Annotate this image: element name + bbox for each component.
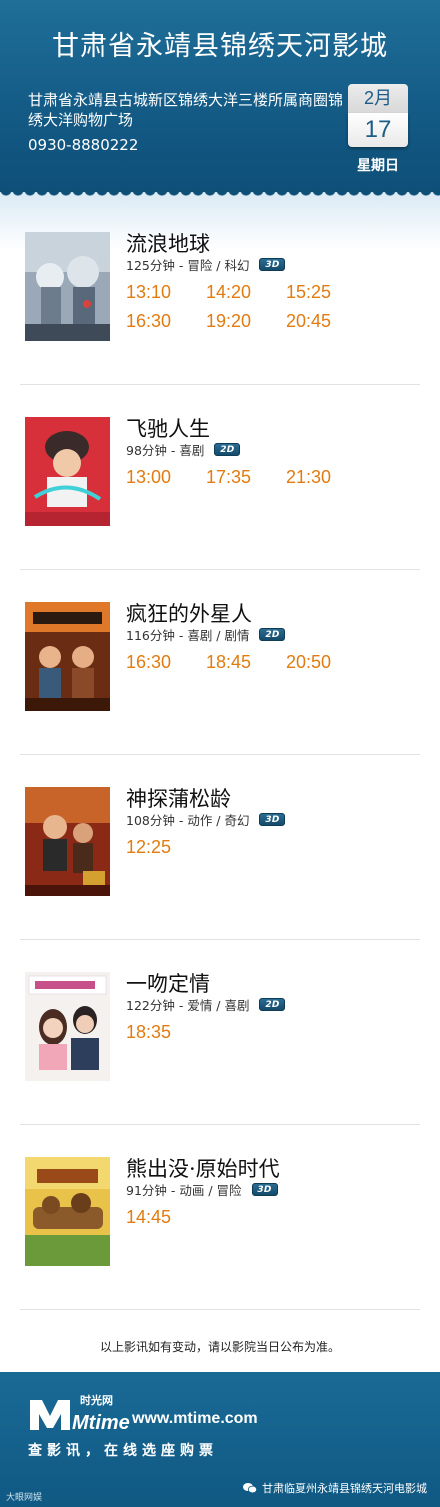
format-badge-icon: 2D (214, 443, 241, 456)
movie-info: 122分钟 - 爱情 / 喜剧 (126, 998, 250, 1013)
movie-title[interactable]: 疯狂的外星人 (126, 598, 252, 628)
movie-poster[interactable] (25, 232, 110, 341)
showtime-list: 13:00 17:35 21:30 (126, 467, 426, 488)
showtime-list: 13:10 14:20 15:25 16:30 19:20 20:45 (126, 282, 426, 332)
cinema-address: 甘肃省永靖县古城新区锦绣大洋三楼所属商圈锦绣大洋购物广场 (28, 91, 344, 129)
site-url[interactable]: www.mtime.com (132, 1410, 258, 1428)
movie-title[interactable]: 流浪地球 (126, 228, 210, 258)
movie-title[interactable]: 飞驰人生 (126, 413, 210, 443)
movie-title[interactable]: 熊出没·原始时代 (126, 1153, 280, 1183)
movie-title[interactable]: 一吻定情 (126, 968, 210, 998)
movie-meta: 91分钟 - 动画 / 冒险 3D (126, 1180, 278, 1199)
movie-info: 98分钟 - 喜剧 (126, 443, 205, 458)
wechat-icon (243, 1483, 257, 1494)
movie-meta: 122分钟 - 爱情 / 喜剧 2D (126, 995, 286, 1014)
movie-poster[interactable] (25, 1157, 110, 1266)
showtime[interactable]: 12:25 (126, 837, 206, 858)
movie-poster[interactable] (25, 972, 110, 1081)
movie-meta: 98分钟 - 喜剧 2D (126, 440, 241, 459)
showtime[interactable]: 16:30 (126, 311, 206, 332)
divider (20, 1309, 420, 1310)
showtime[interactable]: 13:10 (126, 282, 206, 303)
movie-item[interactable]: 神探蒲松龄 108分钟 - 动作 / 奇幻 3D 12:25 (0, 755, 440, 940)
movie-info: 125分钟 - 冒险 / 科幻 (126, 258, 250, 273)
movie-list: 流浪地球 125分钟 - 冒险 / 科幻 3D 13:10 14:20 15:2… (0, 200, 440, 1310)
format-badge-icon: 2D (259, 998, 286, 1011)
format-badge-icon: 3D (259, 813, 286, 826)
movie-poster[interactable] (25, 602, 110, 711)
movie-meta: 125分钟 - 冒险 / 科幻 3D (126, 255, 286, 274)
movie-item[interactable]: 疯狂的外星人 116分钟 - 喜剧 / 剧情 2D 16:30 18:45 20… (0, 570, 440, 755)
showtime-list: 16:30 18:45 20:50 (126, 652, 426, 673)
weekday-label: 星期日 (357, 158, 399, 174)
movie-item[interactable]: 飞驰人生 98分钟 - 喜剧 2D 13:00 17:35 21:30 (0, 385, 440, 570)
movie-item[interactable]: 一吻定情 122分钟 - 爱情 / 喜剧 2D 18:35 (0, 940, 440, 1125)
showtime[interactable]: 20:50 (286, 652, 366, 673)
showtime[interactable]: 21:30 (286, 467, 366, 488)
movie-meta: 116分钟 - 喜剧 / 剧情 2D (126, 625, 286, 644)
footer-bar: 大眼网娱 甘肃临夏州永靖县锦绣天河电影城 (0, 1472, 440, 1507)
movie-title[interactable]: 神探蒲松龄 (126, 783, 231, 813)
movie-info: 116分钟 - 喜剧 / 剧情 (126, 628, 250, 643)
showtime-list: 18:35 (126, 1022, 426, 1043)
showtime[interactable]: 18:35 (126, 1022, 206, 1043)
format-badge-icon: 3D (259, 258, 286, 271)
format-badge-icon: 2D (259, 628, 286, 641)
wechat-account-name: 甘肃临夏州永靖县锦绣天河电影城 (262, 1482, 427, 1495)
date-calendar: 2月 17 (348, 84, 408, 147)
footer-slogan: 查影讯，在线选座购票 (28, 1443, 218, 1459)
showtime[interactable]: 17:35 (206, 467, 286, 488)
showtime[interactable]: 13:00 (126, 467, 206, 488)
watermark-left: 大眼网娱 (6, 1493, 43, 1503)
movie-item[interactable]: 流浪地球 125分钟 - 冒险 / 科幻 3D 13:10 14:20 15:2… (0, 200, 440, 385)
cinema-phone[interactable]: 0930-8880222 (28, 136, 138, 154)
showtime[interactable]: 19:20 (206, 311, 286, 332)
showtime[interactable]: 20:45 (286, 311, 366, 332)
mtime-footer: Mtime 时光网 www.mtime.com 查影讯，在线选座购票 大眼网娱 … (0, 1372, 440, 1507)
calendar-month: 2月 (348, 84, 408, 113)
movie-info: 91分钟 - 动画 / 冒险 (126, 1183, 242, 1198)
showtime[interactable]: 18:45 (206, 652, 286, 673)
logo-subtitle: 时光网 (80, 1394, 113, 1407)
schedule-notice: 以上影讯如有变动，请以影院当日公布为准。 (99, 1340, 340, 1354)
showtime[interactable]: 15:25 (286, 282, 366, 303)
movie-meta: 108分钟 - 动作 / 奇幻 3D (126, 810, 286, 829)
cinema-name: 甘肃省永靖县锦绣天河影城 (52, 31, 388, 62)
calendar-day: 17 (348, 113, 408, 147)
movie-info: 108分钟 - 动作 / 奇幻 (126, 813, 250, 828)
showtime[interactable]: 14:20 (206, 282, 286, 303)
showtime[interactable]: 14:45 (126, 1207, 206, 1228)
showtime[interactable]: 16:30 (126, 652, 206, 673)
movie-poster[interactable] (25, 417, 110, 526)
movie-item[interactable]: 熊出没·原始时代 91分钟 - 动画 / 冒险 3D 14:45 (0, 1125, 440, 1310)
showtime-list: 14:45 (126, 1207, 426, 1228)
wechat-account[interactable]: 甘肃临夏州永靖县锦绣天河电影城 (243, 1480, 427, 1496)
logo-text: Mtime (72, 1412, 130, 1432)
format-badge-icon: 3D (251, 1183, 278, 1196)
cinema-header: 甘肃省永靖县锦绣天河影城 甘肃省永靖县古城新区锦绣大洋三楼所属商圈锦绣大洋购物广… (0, 0, 440, 192)
movie-poster[interactable] (25, 787, 110, 896)
showtime-list: 12:25 (126, 837, 426, 858)
